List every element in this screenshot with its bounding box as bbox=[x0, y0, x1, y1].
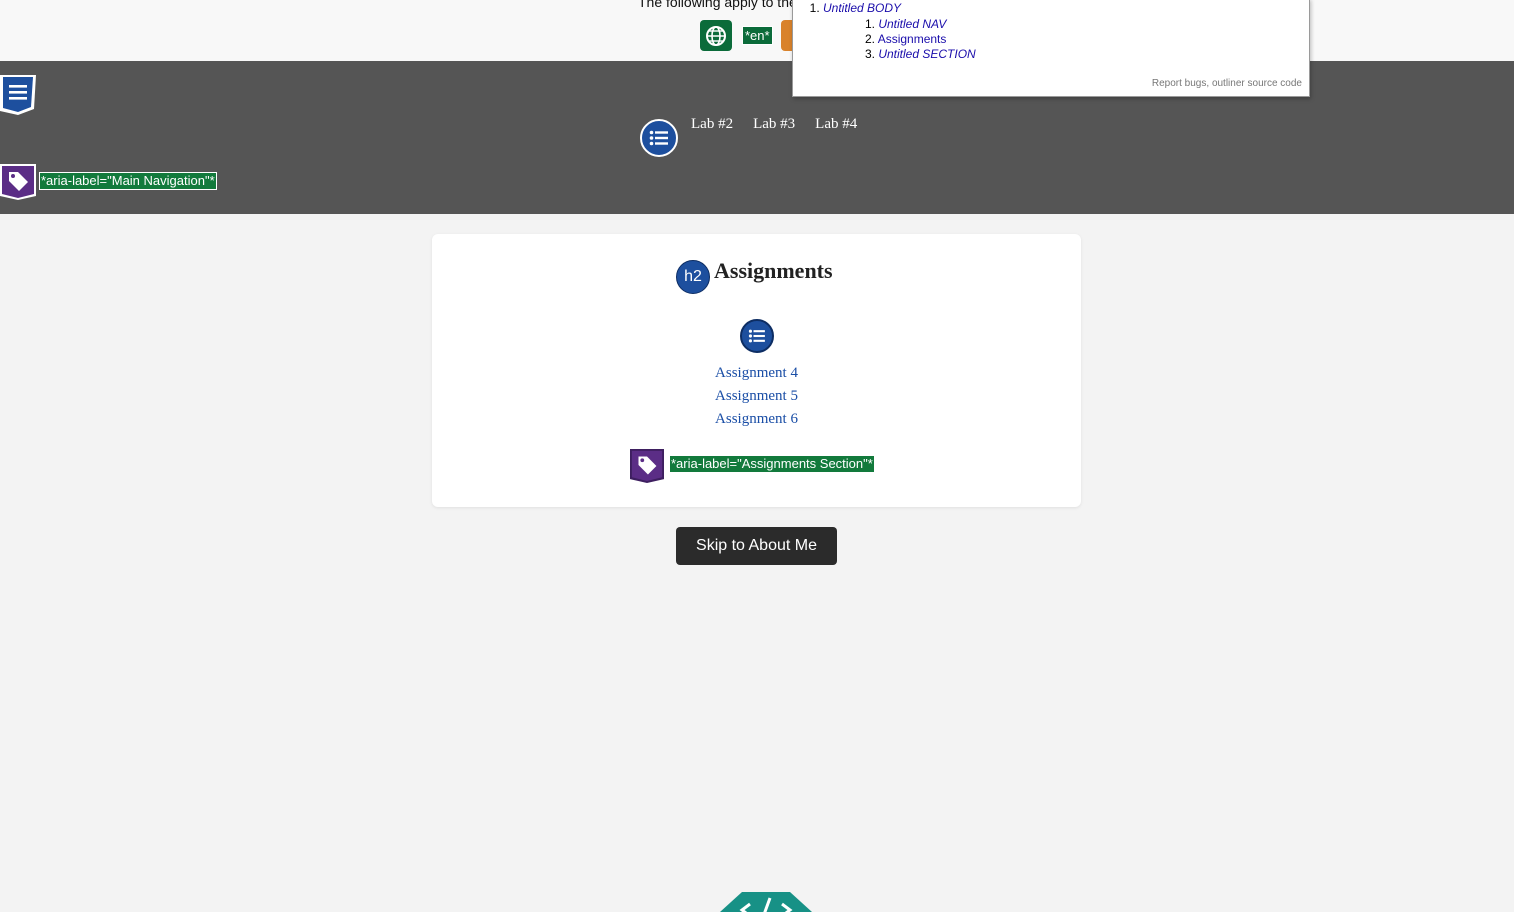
tag-icon bbox=[0, 162, 36, 200]
outliner-popup: Untitled BODY 1. Untitled NAV 2. Assignm… bbox=[792, 0, 1310, 97]
outline-link-assignments[interactable]: Assignments bbox=[878, 32, 947, 46]
outline-root-item: Untitled BODY bbox=[823, 1, 901, 15]
list-item: Assignment 4 bbox=[432, 361, 1081, 384]
css-shield-icon bbox=[0, 73, 38, 117]
outline-link-body[interactable]: Untitled BODY bbox=[823, 1, 901, 15]
assignment-link-5[interactable]: Assignment 5 bbox=[715, 388, 798, 404]
assignment-link-4[interactable]: Assignment 4 bbox=[715, 365, 798, 381]
lang-tag: *en* bbox=[742, 26, 773, 45]
outline-link-nav[interactable]: Untitled NAV bbox=[878, 17, 946, 31]
aria-label-tag-section: *aria-label="Assignments Section"* bbox=[669, 455, 875, 473]
list-item: Assignment 5 bbox=[432, 384, 1081, 407]
assignment-link-6[interactable]: Assignment 6 bbox=[715, 411, 798, 427]
top-banner-text: The following apply to the bbox=[638, 0, 797, 10]
nav-links: Lab #2 Lab #3 Lab #4 bbox=[691, 116, 857, 133]
list-icon bbox=[740, 319, 774, 353]
globe-icon bbox=[700, 20, 732, 51]
outline-link-section[interactable]: Untitled SECTION bbox=[878, 47, 975, 61]
nav-link-lab-3[interactable]: Lab #3 bbox=[753, 116, 795, 133]
aria-label-tag-nav: *aria-label="Main Navigation"* bbox=[39, 172, 217, 190]
outliner-source-link[interactable]: outliner source code bbox=[1212, 78, 1302, 89]
code-icon bbox=[720, 892, 812, 912]
section-title: Assignments bbox=[714, 258, 833, 283]
skip-to-about-button[interactable]: Skip to About Me bbox=[676, 527, 837, 565]
report-bugs-link[interactable]: Report bugs bbox=[1152, 78, 1206, 89]
nav-link-lab-2[interactable]: Lab #2 bbox=[691, 116, 733, 133]
outline-item: 2. Assignments bbox=[865, 32, 947, 46]
h2-badge: h2 bbox=[676, 260, 710, 294]
assignment-list: Assignment 4 Assignment 5 Assignment 6 bbox=[432, 361, 1081, 430]
list-item: Assignment 6 bbox=[432, 407, 1081, 430]
tag-icon bbox=[630, 447, 664, 483]
outline-item: 1. Untitled NAV bbox=[865, 17, 947, 31]
outline-item: 3. Untitled SECTION bbox=[865, 47, 976, 61]
nav-link-lab-4[interactable]: Lab #4 bbox=[815, 116, 857, 133]
list-icon bbox=[640, 119, 678, 157]
assignments-section: h2 Assignments Assignment 4 Assignment 5… bbox=[432, 234, 1081, 507]
outline-list: Untitled BODY bbox=[823, 1, 901, 15]
outliner-footer: Report bugs, outliner source code bbox=[1152, 78, 1302, 89]
